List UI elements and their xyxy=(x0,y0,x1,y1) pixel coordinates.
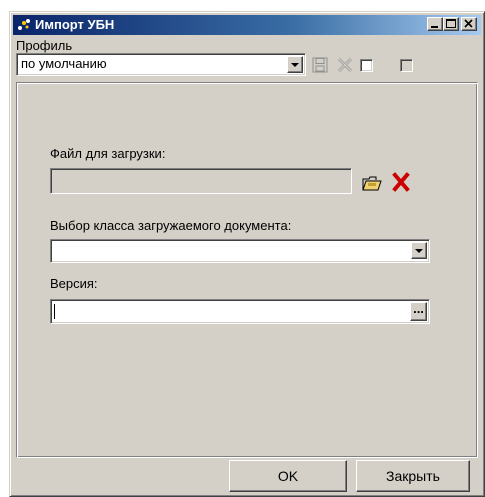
doc-class-dropdown-button[interactable] xyxy=(411,242,427,259)
chevron-down-icon xyxy=(415,249,423,253)
profile-label: Профиль xyxy=(16,38,73,53)
save-icon[interactable] xyxy=(311,56,329,74)
file-label: Файл для загрузки: xyxy=(50,146,166,161)
doc-class-label: Выбор класса загружаемого документа: xyxy=(50,218,292,233)
profile-dropdown-button[interactable] xyxy=(287,56,303,73)
minimize-button[interactable] xyxy=(427,17,443,31)
app-icon xyxy=(18,19,30,30)
text-caret xyxy=(54,304,55,319)
clear-x-icon[interactable] xyxy=(391,172,411,192)
import-window: Импорт УБН Профиль по умолчанию Файл для… xyxy=(9,11,485,497)
delete-icon[interactable] xyxy=(336,56,354,74)
doc-class-dropdown[interactable] xyxy=(50,239,430,263)
ok-button[interactable]: OK xyxy=(229,460,347,492)
profile-dropdown[interactable]: по умолчанию xyxy=(16,53,306,76)
title-bar[interactable]: Импорт УБН xyxy=(13,15,481,35)
open-folder-icon[interactable] xyxy=(362,174,384,192)
version-field[interactable]: ... xyxy=(50,299,430,324)
minimize-icon xyxy=(431,26,438,28)
import-settings-group xyxy=(16,82,478,458)
maximize-icon xyxy=(446,19,456,28)
window-title: Импорт УБН xyxy=(35,17,115,32)
version-browse-button[interactable]: ... xyxy=(410,302,427,321)
profile-dropdown-value: по умолчанию xyxy=(21,56,107,71)
close-window-button[interactable] xyxy=(461,17,477,31)
profile-checkbox-2[interactable] xyxy=(400,59,413,72)
close-button[interactable]: Закрыть xyxy=(356,460,470,492)
version-label: Версия: xyxy=(50,276,98,291)
profile-checkbox-1[interactable] xyxy=(360,59,373,72)
file-path-field[interactable] xyxy=(50,168,352,194)
chevron-down-icon xyxy=(291,63,299,67)
ellipsis-icon: ... xyxy=(413,301,424,316)
close-icon xyxy=(464,19,473,28)
maximize-button[interactable] xyxy=(443,17,459,31)
